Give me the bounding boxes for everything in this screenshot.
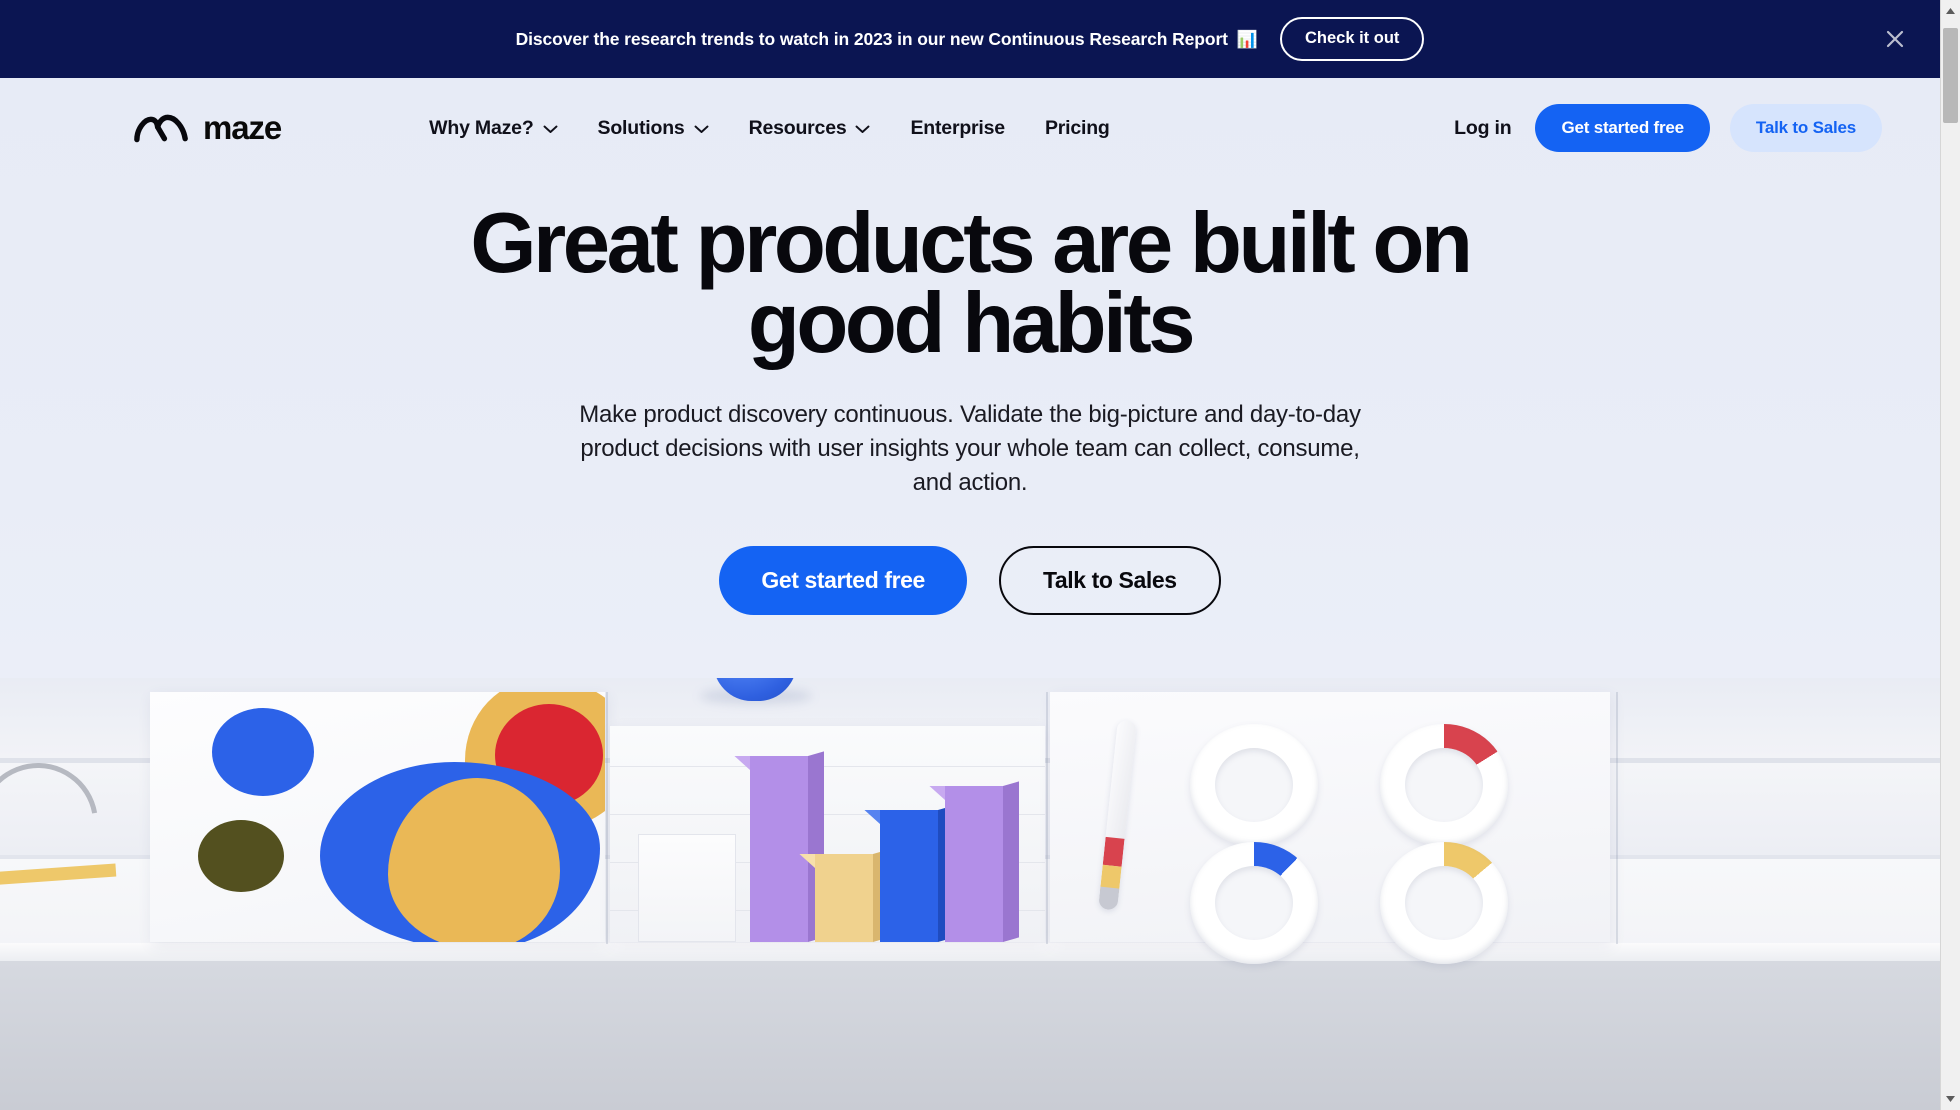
- olive-ellipse-shape: [198, 820, 284, 892]
- nav-item-resources-label: Resources: [748, 116, 847, 139]
- maze-logo-icon: [134, 114, 188, 143]
- nav-get-started-free-button[interactable]: Get started free: [1535, 104, 1710, 152]
- donut-ring-yellow-segment: [1380, 842, 1508, 964]
- nav-item-why-maze[interactable]: Why Maze?: [429, 117, 557, 140]
- nav-actions: Log in Get started free Talk to Sales: [1454, 104, 1882, 152]
- pen-shape: [1098, 719, 1137, 911]
- hero-get-started-free-button[interactable]: Get started free: [719, 546, 967, 616]
- nav-item-why-maze-label: Why Maze?: [429, 116, 534, 139]
- chevron-down-icon: [694, 125, 709, 133]
- small-frame-shape: [638, 834, 736, 942]
- pen-tip: [1098, 886, 1120, 911]
- brand-name: maze: [203, 109, 282, 146]
- bar-shape-purple: [929, 781, 1019, 942]
- nav-item-solutions[interactable]: Solutions: [598, 117, 709, 140]
- nav-item-pricing-label: Pricing: [1044, 116, 1110, 139]
- hero-subtitle: Make product discovery continuous. Valid…: [579, 400, 1361, 496]
- donut-ring-blue-segment: [1190, 842, 1318, 964]
- hero-cta-group: Get started free Talk to Sales: [0, 546, 1940, 616]
- bar-chart-panel: [610, 726, 1045, 942]
- announcement-message: Discover the research trends to watch in…: [515, 28, 1228, 49]
- browser-viewport: Discover the research trends to watch in…: [0, 0, 1940, 1110]
- bar-front-face: [880, 810, 938, 942]
- scroll-down-arrow-icon[interactable]: [1941, 1090, 1960, 1108]
- bar-shape-purple-tall: [734, 751, 824, 942]
- panel-seam: [1616, 692, 1618, 944]
- hero-title-line-2: good habits: [747, 275, 1196, 371]
- bar-front-face: [815, 854, 873, 942]
- hero-illustration: [0, 678, 1940, 1110]
- bar-front-face: [750, 756, 808, 942]
- login-link[interactable]: Log in: [1454, 117, 1511, 140]
- donut-ring-red-segment: [1380, 724, 1508, 846]
- chevron-down-icon: [543, 125, 557, 133]
- page-body: maze Why Maze? Solutions Resources Enter…: [0, 78, 1940, 1110]
- vertical-scrollbar[interactable]: [1940, 0, 1960, 1110]
- panel-seam: [606, 692, 608, 944]
- page-title: Great products are built on good habits: [430, 201, 1510, 366]
- bar-shape-yellow: [799, 849, 889, 942]
- bar-side-face: [1003, 781, 1019, 942]
- main-navigation: maze Why Maze? Solutions Resources Enter…: [0, 78, 1940, 178]
- desk-top-surface: [0, 943, 1940, 961]
- bar-front-face: [945, 786, 1003, 942]
- nav-item-enterprise[interactable]: Enterprise: [910, 116, 1005, 140]
- maze-logo-link[interactable]: maze: [134, 109, 282, 147]
- desk-front-panel: [0, 961, 1940, 1110]
- scroll-up-arrow-icon[interactable]: [1941, 2, 1960, 20]
- bar-chart-emoji-icon: 📊: [1236, 29, 1258, 49]
- announcement-banner: Discover the research trends to watch in…: [0, 0, 1940, 78]
- scrollbar-thumb[interactable]: [1943, 28, 1958, 123]
- bar-shape-blue: [864, 805, 954, 942]
- nav-item-pricing[interactable]: Pricing: [1045, 117, 1110, 140]
- nav-item-solutions-label: Solutions: [597, 116, 685, 139]
- nav-item-enterprise-label: Enterprise: [910, 116, 1005, 139]
- abstract-art-clip: [150, 692, 605, 942]
- gridline: [610, 766, 1045, 767]
- nav-item-resources[interactable]: Resources: [749, 117, 871, 140]
- pen-red-band: [1102, 836, 1125, 867]
- check-it-out-button[interactable]: Check it out: [1279, 17, 1425, 61]
- donut-ring-empty: [1190, 724, 1318, 846]
- nav-links: Why Maze? Solutions Resources Enterprise…: [429, 116, 1110, 140]
- hero-section: Great products are built on good habits …: [0, 178, 1940, 616]
- close-icon[interactable]: [1878, 22, 1912, 56]
- hero-talk-to-sales-button[interactable]: Talk to Sales: [998, 546, 1221, 616]
- donut-rings-panel: [1050, 692, 1610, 964]
- nav-talk-to-sales-button[interactable]: Talk to Sales: [1729, 104, 1882, 152]
- announcement-text: Discover the research trends to watch in…: [516, 29, 1258, 50]
- blue-circle-shape: [212, 708, 314, 796]
- chevron-down-icon: [856, 125, 870, 133]
- panel-seam: [1046, 692, 1048, 944]
- abstract-art-panel: [150, 692, 605, 942]
